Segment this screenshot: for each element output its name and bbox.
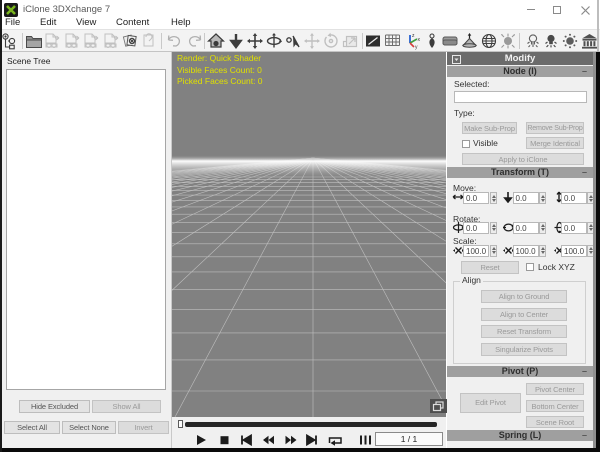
svg-text:y: y (415, 45, 418, 51)
svg-text:x: x (418, 37, 421, 43)
svg-text:z: z (412, 33, 415, 39)
